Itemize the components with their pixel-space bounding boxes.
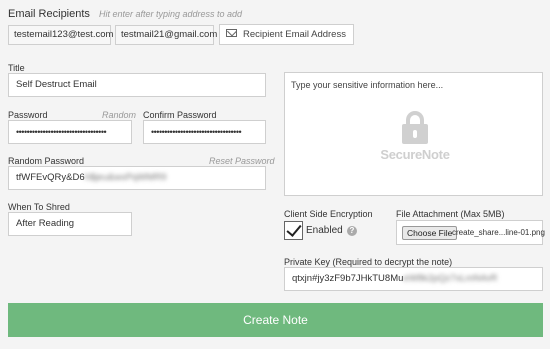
title-input[interactable]: Self Destruct Email — [8, 73, 266, 97]
lock-icon — [375, 111, 455, 144]
recipient-tag-email: testmail21@gmail.com — [121, 29, 218, 40]
recipient-tag: testemail123@test.comx — [8, 25, 122, 45]
private-key-value-blurred: eW8k2pQz7xLmN4vR — [403, 273, 498, 284]
recipient-tag: testmail21@gmail.comx — [115, 25, 226, 45]
choose-file-button[interactable]: Choose File — [402, 226, 458, 240]
private-key-input[interactable]: qtxjn#jy3zF9b7JHkTU8MueW8k2pQz7xLmN4vR — [284, 267, 543, 291]
confirm-password-label: Confirm Password — [143, 110, 217, 120]
password-label: Password — [8, 110, 48, 120]
note-textarea[interactable]: Type your sensitive information here... … — [284, 72, 543, 196]
question-icon[interactable]: ? — [347, 226, 357, 236]
password-value: •••••••••••••••••••••••••••••••••• — [16, 127, 107, 137]
private-key-label: Private Key (Required to decrypt the not… — [284, 257, 453, 267]
encryption-label: Client Side Encryption — [284, 209, 373, 219]
reset-password-link[interactable]: Reset Password — [209, 156, 275, 166]
random-password-link[interactable]: Random — [102, 110, 136, 120]
when-to-shred-value: After Reading — [16, 218, 75, 229]
note-placeholder: Type your sensitive information here... — [291, 80, 444, 90]
envelope-icon — [226, 29, 237, 38]
file-attachment-field: Choose File create_share...line-01.png — [396, 220, 545, 245]
random-password-input[interactable]: tfWFEvQRy&D6h$jeu&wxPqWMR9 — [8, 166, 266, 190]
file-attachment-label: File Attachment (Max 5MB) — [396, 209, 505, 219]
random-password-label: Random Password — [8, 156, 85, 166]
random-password-value-blurred: h$jeu&wxPqWMR9 — [84, 172, 167, 183]
recipients-header: Email Recipients Hit enter after typing … — [8, 8, 242, 20]
recipient-tag-email: testemail123@test.com — [14, 29, 114, 40]
confirm-password-input[interactable]: •••••••••••••••••••••••••••••••••• — [143, 120, 266, 144]
when-to-shred-select[interactable]: After Reading — [8, 212, 132, 236]
encryption-checkbox[interactable] — [284, 221, 303, 240]
random-password-value: tfWFEvQRy&D6 — [16, 172, 85, 183]
title-value: Self Destruct Email — [16, 79, 97, 90]
encryption-enabled-label: Enabled — [306, 225, 343, 236]
create-note-button[interactable]: Create Note — [8, 303, 543, 337]
recipient-email-input[interactable]: Recipient Email Address — [219, 24, 354, 45]
file-name: create_share...line-01.png — [452, 228, 545, 237]
watermark-text: SecureNote — [380, 147, 450, 162]
recipients-label: Email Recipients — [8, 8, 90, 20]
title-label: Title — [8, 63, 25, 73]
recipient-input-placeholder: Recipient Email Address — [243, 29, 346, 40]
private-key-value: qtxjn#jy3zF9b7JHkTU8Mu — [292, 273, 404, 284]
confirm-password-value: •••••••••••••••••••••••••••••••••• — [151, 127, 242, 137]
when-to-shred-label: When To Shred — [8, 202, 70, 212]
recipients-hint: Hit enter after typing address to add — [98, 9, 243, 19]
securenote-watermark: SecureNote — [375, 111, 455, 162]
password-input[interactable]: •••••••••••••••••••••••••••••••••• — [8, 120, 132, 144]
